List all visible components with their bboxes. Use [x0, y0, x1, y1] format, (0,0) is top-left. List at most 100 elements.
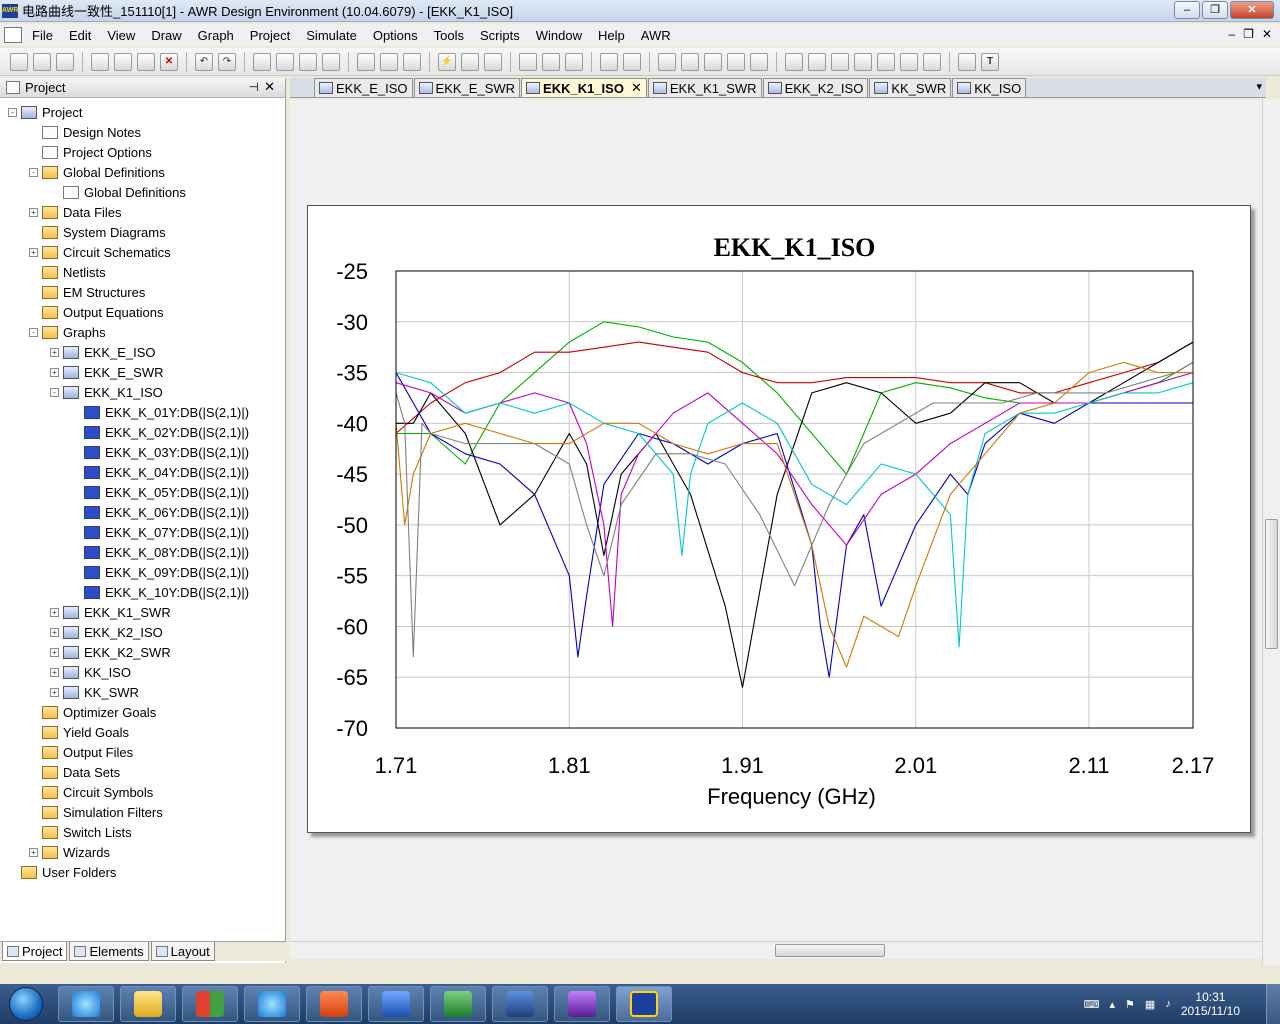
- tree-node[interactable]: EKK_K_10Y:DB(|S(2,1)|): [0, 582, 284, 602]
- tree-node[interactable]: - Global Definitions: [0, 162, 284, 182]
- zoom-in-icon[interactable]: [253, 52, 271, 71]
- marker-max-icon[interactable]: [854, 52, 872, 71]
- tree-node[interactable]: Netlists: [0, 262, 284, 282]
- collapse-icon[interactable]: -: [50, 387, 59, 397]
- tree-node[interactable]: EKK_K_04Y:DB(|S(2,1)|): [0, 462, 284, 482]
- graph-window[interactable]: EKK_K1_ISO 1.71 1.81 1.91 2.01 2.11 2.17 -25 -30…: [307, 205, 1251, 833]
- menu-simulate[interactable]: Simulate: [298, 28, 365, 43]
- menu-edit[interactable]: Edit: [61, 28, 99, 43]
- menu-scripts[interactable]: Scripts: [472, 28, 528, 43]
- add-measurement-icon[interactable]: [704, 52, 722, 71]
- add-schematic-icon[interactable]: [357, 52, 375, 71]
- tree-node[interactable]: - Graphs: [0, 322, 284, 342]
- tree-node[interactable]: Global Definitions: [0, 182, 284, 202]
- menu-project[interactable]: Project: [242, 28, 298, 43]
- paste-icon[interactable]: [137, 52, 155, 71]
- mdi-close-button[interactable]: ✕: [1262, 27, 1272, 41]
- mdi-minimize-button[interactable]: –: [1228, 27, 1235, 41]
- tab-elements[interactable]: Elements: [69, 942, 149, 961]
- pin-icon[interactable]: ⊣: [249, 80, 259, 94]
- tab-kk-swr[interactable]: KK_SWR: [869, 78, 952, 97]
- volume-icon[interactable]: ♪: [1165, 998, 1171, 1010]
- menu-view[interactable]: View: [99, 28, 143, 43]
- tree-node[interactable]: EKK_K_07Y:DB(|S(2,1)|): [0, 522, 284, 542]
- expand-icon[interactable]: +: [50, 667, 59, 677]
- menu-options[interactable]: Options: [365, 28, 426, 43]
- expand-icon[interactable]: +: [50, 367, 59, 377]
- mdi-restore-button[interactable]: ❐: [1243, 27, 1254, 41]
- expand-icon[interactable]: +: [29, 207, 38, 217]
- tab-ekk-k1-iso[interactable]: EKK_K1_ISO ✕: [521, 78, 647, 97]
- marker-step-icon[interactable]: [831, 52, 849, 71]
- redo-icon[interactable]: ↷: [218, 52, 236, 71]
- graph-properties-icon[interactable]: [658, 52, 676, 71]
- horizontal-scrollbar[interactable]: [290, 941, 1262, 959]
- tree-node[interactable]: EKK_K_03Y:DB(|S(2,1)|): [0, 442, 284, 462]
- expand-icon[interactable]: +: [50, 627, 59, 637]
- panel-close-icon[interactable]: ✕: [264, 79, 275, 95]
- zoom-fit-icon[interactable]: [299, 52, 317, 71]
- tree-node[interactable]: User Folders: [0, 862, 284, 882]
- zoom-out-icon[interactable]: [276, 52, 294, 71]
- tree-node[interactable]: Output Files: [0, 742, 284, 762]
- modify-measurement-icon[interactable]: [727, 52, 745, 71]
- tree-node[interactable]: EKK_K_05Y:DB(|S(2,1)|): [0, 482, 284, 502]
- add-em-icon[interactable]: [403, 52, 421, 71]
- tab-ekk-e-swr[interactable]: EKK_E_SWR: [413, 78, 521, 97]
- tree-node[interactable]: - Project: [0, 102, 284, 122]
- expand-icon[interactable]: +: [50, 347, 59, 357]
- taskbar-outlook[interactable]: [306, 986, 362, 1022]
- cut-icon[interactable]: [91, 52, 109, 71]
- clock[interactable]: 10:31 2015/11/10: [1181, 990, 1240, 1018]
- analyze-icon[interactable]: ⚡: [438, 52, 456, 71]
- text-icon[interactable]: T: [981, 52, 999, 71]
- tree-node[interactable]: Optimizer Goals: [0, 702, 284, 722]
- expand-icon[interactable]: +: [29, 247, 38, 257]
- add-system-icon[interactable]: [380, 52, 398, 71]
- document-menu-icon[interactable]: [4, 27, 22, 43]
- tree-node[interactable]: Data Sets: [0, 762, 284, 782]
- tree-node[interactable]: EKK_K_01Y:DB(|S(2,1)|): [0, 402, 284, 422]
- tree-node[interactable]: + Wizards: [0, 842, 284, 862]
- taskbar-apps[interactable]: [182, 986, 238, 1022]
- tree-node[interactable]: + EKK_K1_SWR: [0, 602, 284, 622]
- add-marker-icon[interactable]: [750, 52, 768, 71]
- collapse-icon[interactable]: -: [8, 107, 17, 117]
- tree-node[interactable]: + KK_ISO: [0, 662, 284, 682]
- menu-tools[interactable]: Tools: [426, 28, 472, 43]
- copy-icon[interactable]: [114, 52, 132, 71]
- tree-node[interactable]: + EKK_E_SWR: [0, 362, 284, 382]
- menu-file[interactable]: File: [24, 28, 61, 43]
- marker-min-icon[interactable]: [877, 52, 895, 71]
- menu-help[interactable]: Help: [590, 28, 633, 43]
- save-icon[interactable]: [56, 52, 74, 71]
- tree-node[interactable]: + EKK_K2_SWR: [0, 642, 284, 662]
- tree-node[interactable]: EKK_K_08Y:DB(|S(2,1)|): [0, 542, 284, 562]
- marker-ref-icon[interactable]: [923, 52, 941, 71]
- tree-node[interactable]: System Diagrams: [0, 222, 284, 242]
- tab-ekk-k1-swr[interactable]: EKK_K1_SWR: [647, 78, 762, 97]
- tune-icon[interactable]: [461, 52, 479, 71]
- minimize-button[interactable]: –: [1174, 1, 1200, 19]
- import-icon[interactable]: [542, 52, 560, 71]
- tab-project[interactable]: Project: [2, 942, 68, 961]
- show-desktop-button[interactable]: [1266, 984, 1280, 1024]
- taskbar-ie2[interactable]: [244, 986, 300, 1022]
- tree-node[interactable]: Project Options: [0, 142, 284, 162]
- horizontal-scroll-thumb[interactable]: [775, 944, 885, 957]
- taskbar-word[interactable]: [368, 986, 424, 1022]
- tab-kk-iso[interactable]: KK_ISO: [952, 78, 1027, 97]
- taskbar-awr-active[interactable]: [616, 986, 672, 1022]
- marker-icon[interactable]: [785, 52, 803, 71]
- menu-draw[interactable]: Draw: [143, 28, 189, 43]
- tree-node[interactable]: EKK_K_09Y:DB(|S(2,1)|): [0, 562, 284, 582]
- tuner-icon[interactable]: [484, 52, 502, 71]
- tree-node[interactable]: + EKK_K2_ISO: [0, 622, 284, 642]
- undo-icon[interactable]: ↶: [195, 52, 213, 71]
- tree-node[interactable]: + Data Files: [0, 202, 284, 222]
- taskbar-explorer[interactable]: [120, 986, 176, 1022]
- flag-icon[interactable]: ⚑: [1125, 998, 1135, 1011]
- expand-icon[interactable]: +: [50, 607, 59, 617]
- new-icon[interactable]: [10, 52, 28, 71]
- delete-icon[interactable]: ✕: [160, 52, 178, 71]
